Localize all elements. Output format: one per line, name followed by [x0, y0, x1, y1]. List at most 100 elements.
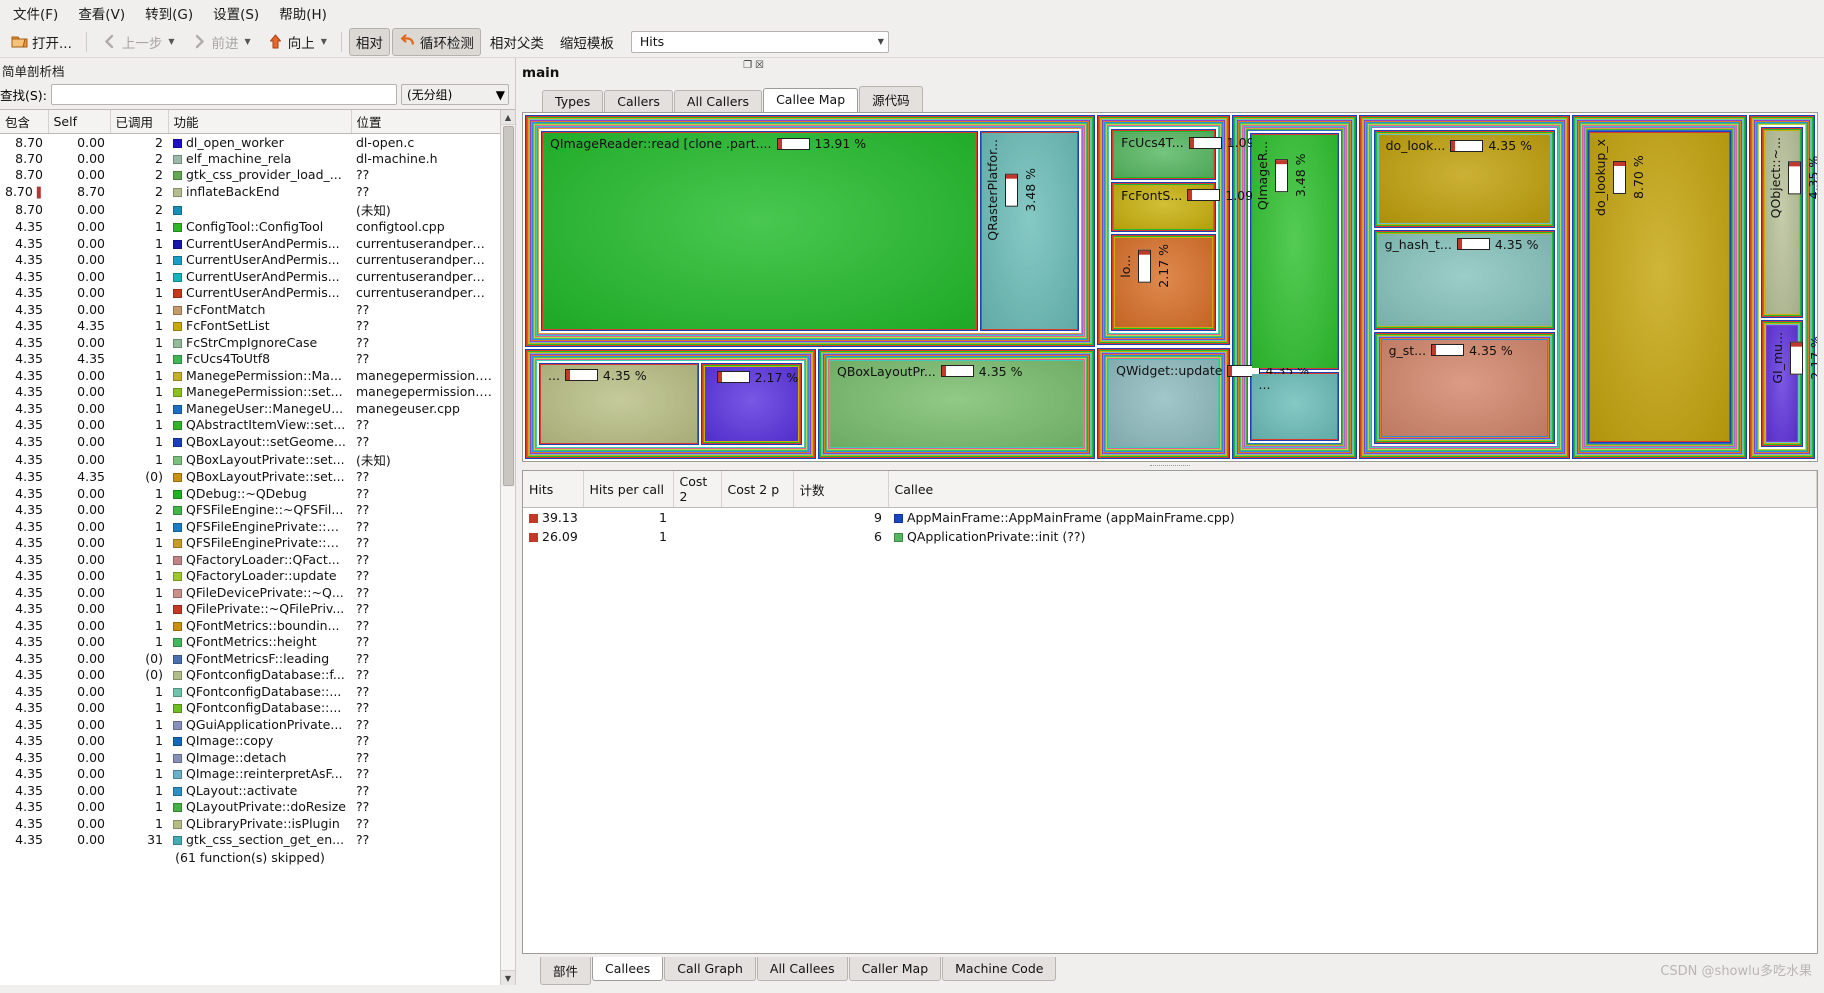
table-row[interactable]: 4.35 0.00 1 QLayoutPrivate::doResize?? [0, 799, 500, 816]
table-row[interactable]: 4.35 0.00 1 QFileDevicePrivate::~Q...?? [0, 584, 500, 601]
treemap-box-qimagereader-read[interactable]: QImageReader::read [clone .part.... 13.91… [543, 133, 976, 329]
bottom-tab-all-callees[interactable]: All Callees [756, 957, 848, 981]
table-row[interactable]: 4.35 0.00 1 ManegePermission::Ma... manegepe… [0, 367, 500, 384]
col-incl[interactable]: 包含 [0, 110, 49, 134]
table-row[interactable]: 8.70 0.00 2 gtk_css_provider_load_...?? [0, 167, 500, 184]
col-count[interactable]: 计数 [793, 471, 889, 508]
scroll-down-arrow[interactable]: ▼ [500, 970, 515, 985]
menu-view[interactable]: 查看(V) [69, 0, 134, 26]
bottom-tab-call-graph[interactable]: Call Graph [664, 957, 756, 981]
table-row[interactable]: 4.35 0.00 (0) QFontMetricsF::leading?? [0, 650, 500, 667]
table-row[interactable]: 4.35 0.00 1 QFSFileEnginePrivate::u...?? [0, 535, 500, 552]
treemap-box-qboxlayoutpr[interactable]: QBoxLayoutPr... 4.35 % [829, 360, 1084, 447]
function-list-scrollbar[interactable]: ▲ ▼ [500, 110, 515, 985]
table-row[interactable]: 4.35 0.00 1 QImage::copy?? [0, 733, 500, 750]
treemap-box-do-lookup-x[interactable]: 8.70 % do_lookup_x [1590, 133, 1729, 441]
treemap-box-qwidget-update[interactable]: QWidget::update 4.35 % [1109, 360, 1309, 447]
treemap-box-qimager[interactable]: 3.48 % QImageR... [1251, 135, 1337, 369]
col-cost2p[interactable]: Cost 2 p [721, 471, 794, 508]
chevron-down-icon[interactable]: ▼ [168, 37, 174, 46]
table-row[interactable]: 4.35 0.00 1 QFactoryLoader::update?? [0, 568, 500, 585]
callee-map-frame[interactable]: QImageReader::read [clone .part.... 13.91… [522, 112, 1818, 462]
table-row[interactable]: 4.35 0.00 (0) QFontconfigDatabase::f...?? [0, 667, 500, 684]
treemap-box-do-lookup[interactable]: do_look... 4.35 % [1378, 135, 1551, 223]
up-button[interactable]: 向上 ▼ [260, 28, 334, 56]
table-row[interactable]: 4.35 0.00 1 CurrentUserAndPermis... currentu… [0, 235, 500, 252]
col-hits[interactable]: Hits [523, 471, 584, 508]
table-row[interactable]: 4.35 0.00 1 QFontMetrics::boundin...?? [0, 617, 500, 634]
grouping-combo[interactable]: (无分组) ▼ [401, 84, 509, 105]
treemap-box-qobject-dtor[interactable]: 4.35 % QObject::~... [1764, 131, 1817, 315]
callee-row[interactable]: 39.13 1 9 AppMainFrame::AppMainFrame (appMa… [523, 508, 1817, 527]
table-row[interactable]: 4.35 0.00 1 QImage::detach?? [0, 749, 500, 766]
table-row[interactable]: 4.35 0.00 1 QFontconfigDatabase::...?? [0, 700, 500, 717]
table-row[interactable]: 4.35 0.00 1 QBoxLayout::setGeome...?? [0, 433, 500, 450]
tab-all-callers[interactable]: All Callers [673, 90, 763, 113]
treemap-box-lo-orange[interactable]: 2.17 % lo... [1115, 238, 1212, 328]
relative-to-parent-toggle[interactable]: 相对父类 [483, 28, 551, 56]
treemap-box-fcfontset[interactable]: FcFontS... 1.09 % [1114, 184, 1269, 230]
table-row[interactable]: 4.35 0.00 1 QLayout::activate?? [0, 782, 500, 799]
table-row[interactable]: 4.35 0.00 1 QLibraryPrivate::isPlugin?? [0, 815, 500, 832]
chevron-down-icon-3[interactable]: ▼ [321, 37, 327, 46]
table-row[interactable]: 8.70 0.00 2 elf_machine_rela dl-machine.h [0, 150, 500, 167]
table-row[interactable]: 4.35 0.00 1 QFactoryLoader::QFact...?? [0, 551, 500, 568]
shorten-templates-toggle[interactable]: 缩短模板 [553, 28, 621, 56]
treemap-box-bottom-violet[interactable]: 2.17 % [704, 366, 798, 441]
open-button[interactable]: 打开... [4, 28, 79, 56]
undock-icon[interactable]: ❐ [743, 60, 752, 71]
table-row[interactable]: 4.35 0.00 1 QImage::reinterpretAsF...?? [0, 766, 500, 783]
col-self[interactable]: Self [48, 110, 111, 134]
cycle-detection-toggle[interactable]: 循环检测 [391, 27, 481, 56]
table-row[interactable]: 4.35 4.35 1 FcFontSetList?? [0, 318, 500, 335]
bottom-tab-部件[interactable]: 部件 [540, 957, 592, 985]
scroll-thumb[interactable] [502, 126, 514, 486]
table-row[interactable]: 8.70 0.00 2 dl_open_worker dl-open.c [0, 134, 500, 151]
table-row[interactable]: 8.70 0.00 2 (未知) [0, 200, 500, 219]
close-icon[interactable]: ☒ [755, 60, 764, 71]
table-row[interactable]: 4.35 0.00 1 FcFontMatch?? [0, 301, 500, 318]
table-row[interactable]: 4.35 0.00 1 QGuiApplicationPrivate...?? [0, 716, 500, 733]
table-row[interactable]: 4.35 0.00 1 QFontMetrics::height?? [0, 634, 500, 651]
callee-row[interactable]: 26.09 1 6 QApplicationPrivate::init (??) [523, 527, 1817, 546]
tab-callers[interactable]: Callers [604, 90, 673, 113]
treemap-box-qimager-sub[interactable]: ... [1251, 374, 1337, 439]
table-row[interactable]: 4.35 0.00 1 FcStrCmpIgnoreCase?? [0, 334, 500, 351]
treemap-box-fcucs4toutf8[interactable]: FcUcs4T... 1.09 % [1114, 132, 1270, 177]
bottom-tab-machine-code[interactable]: Machine Code [942, 957, 1057, 981]
table-row[interactable]: 4.35 0.00 1 ManegeUser::ManegeU... manegeuse… [0, 400, 500, 417]
table-row[interactable]: 4.35 0.00 1 QFilePrivate::~QFilePriv...?? [0, 601, 500, 618]
table-row[interactable]: 4.35 0.00 1 ConfigTool::ConfigTool configtoo… [0, 219, 500, 236]
table-row[interactable]: 4.35 0.00 2 QFSFileEngine::~QFSFil...?? [0, 502, 500, 519]
chevron-down-icon-2[interactable]: ▼ [245, 37, 251, 46]
col-hits-per-call[interactable]: Hits per call [583, 471, 674, 508]
menu-help[interactable]: 帮助(H) [270, 0, 336, 26]
tab-types[interactable]: Types [542, 90, 604, 113]
tab-源代码[interactable]: 源代码 [859, 86, 923, 113]
table-row[interactable]: 4.35 0.00 1 QBoxLayoutPrivate::set... (未知) [0, 450, 500, 469]
treemap[interactable]: QImageReader::read [clone .part.... 13.91… [524, 114, 1817, 460]
table-row[interactable]: 8.70 ▌ 8.70 2 inflateBackEnd?? [0, 183, 500, 200]
table-row[interactable]: 4.35 0.00 1 CurrentUserAndPermis... currentu… [0, 285, 500, 302]
col-cost2[interactable]: Cost 2 [673, 471, 722, 508]
table-row[interactable]: 4.35 0.00 1 QDebug::~QDebug?? [0, 485, 500, 502]
scroll-up-arrow[interactable]: ▲ [500, 110, 515, 125]
table-row[interactable]: 4.35 0.00 1 QFSFileEnginePrivate::u...?? [0, 518, 500, 535]
col-callee[interactable]: Callee [888, 471, 1817, 508]
col-location[interactable]: 位置 [351, 110, 500, 134]
splitter-handle[interactable] [516, 462, 1824, 470]
event-type-combo[interactable]: Hits ▼ [630, 30, 889, 53]
table-row[interactable]: 4.35 0.00 31 gtk_css_section_get_en...?? [0, 832, 500, 849]
treemap-box-gi-mu[interactable]: 2.17 % GI_mu... [1766, 326, 1817, 441]
bottom-tab-callees[interactable]: Callees [592, 957, 664, 981]
treemap-box-bottom-olive[interactable]: ... 4.35 % [541, 364, 697, 443]
search-input[interactable] [50, 84, 397, 105]
treemap-box-qrasterplatform[interactable]: 3.48 % QRasterPlatfor... [981, 133, 1078, 329]
table-row[interactable]: 4.35 4.35 (0) QBoxLayoutPrivate::set...?? [0, 469, 500, 486]
col-function[interactable]: 功能 [168, 110, 352, 134]
back-button[interactable]: 上一步 ▼ [94, 28, 182, 56]
table-row[interactable]: 4.35 0.00 1 QAbstractItemView::set...?? [0, 417, 500, 434]
table-row[interactable]: 4.35 0.00 1 CurrentUserAndPermis... currentu… [0, 268, 500, 285]
table-row[interactable]: 4.35 0.00 1 QFontconfigDatabase::...?? [0, 683, 500, 700]
treemap-box-g-str[interactable]: g_st... 4.35 % [1381, 339, 1548, 436]
